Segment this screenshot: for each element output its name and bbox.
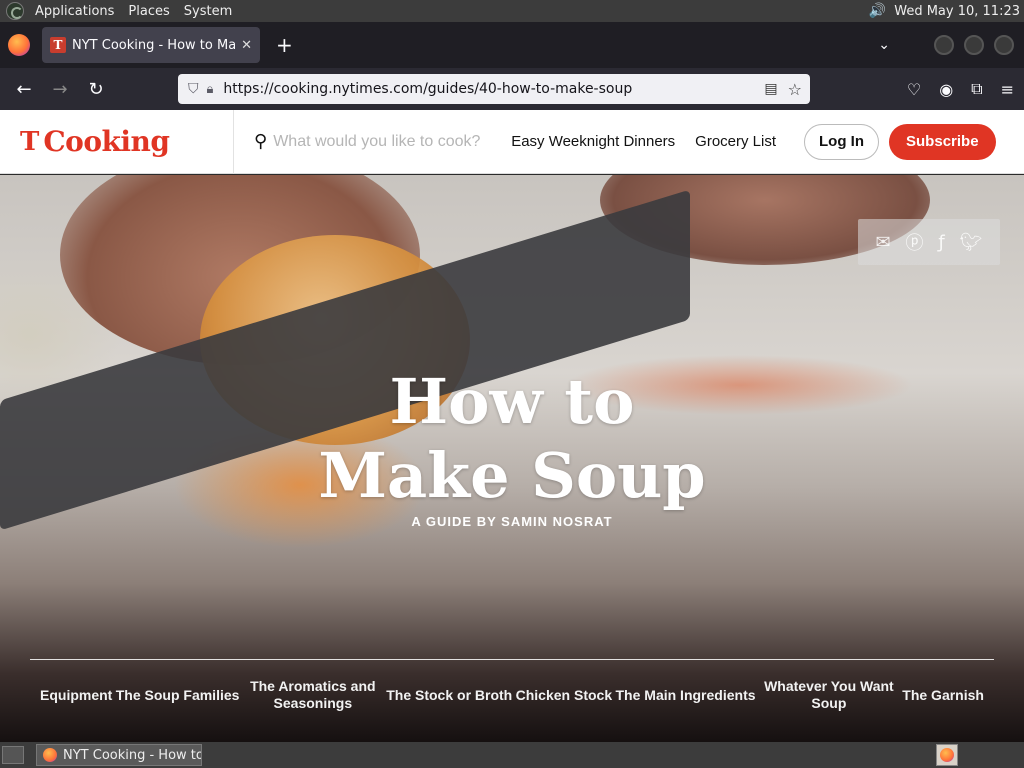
guide-nav-whatever-soup[interactable]: Whatever You Want Soup [759,678,899,712]
menu-system[interactable]: System [177,4,239,19]
firefox-tray-icon [940,748,954,762]
guide-section-nav: Equipment The Soup Families The Aromatic… [30,659,994,712]
tab-strip: T NYT Cooking - How to Make Soup ✕ + ⌄ [0,22,1024,68]
search-icon[interactable]: ⚲ [254,131,267,152]
back-icon[interactable]: ← [6,79,42,100]
url-bar[interactable]: ⛉ 🔒︎ https://cooking.nytimes.com/guides/… [178,74,810,104]
email-icon[interactable]: ✉ [875,232,890,253]
twitter-icon[interactable]: 🐦︎ [960,232,983,253]
guide-nav-soup-families[interactable]: The Soup Families [116,687,240,704]
toolbar-right: ♡ ◉ ⧉ ≡ [907,68,1014,110]
login-button[interactable]: Log In [804,123,880,160]
gnome-foot-icon[interactable] [6,2,24,20]
menu-hamburger-icon[interactable]: ≡ [1001,80,1014,99]
reload-icon[interactable]: ↻ [78,79,114,100]
account-icon[interactable]: ◉ [939,80,953,99]
tracking-shield-icon[interactable]: ⛉ [188,81,199,97]
byline: A GUIDE BY SAMIN NOSRAT [411,514,613,529]
nav-toolbar: ← → ↻ ⛉ 🔒︎ https://cooking.nytimes.com/g… [0,68,1024,110]
lock-icon[interactable]: 🔒︎ [207,82,214,97]
title-line-1: How to [389,365,635,438]
nyt-t-logo-icon: T [20,126,40,157]
facebook-icon[interactable]: ƒ [938,232,944,253]
extensions-icon[interactable]: ⧉ [971,79,982,99]
url-text[interactable]: https://cooking.nytimes.com/guides/40-ho… [223,81,764,97]
volume-icon[interactable]: 🔊 [869,3,886,19]
workspace-switcher[interactable] [936,744,958,766]
taskbar-window-label: NYT Cooking - How to Make Soup [63,747,201,763]
guide-nav-garnish[interactable]: The Garnish [902,687,984,704]
close-tab-icon[interactable]: ✕ [241,38,252,53]
firefox-view-icon[interactable] [8,34,30,56]
guide-nav-stock-or-broth[interactable]: The Stock or Broth [386,687,512,704]
guide-nav-equipment[interactable]: Equipment [40,687,112,704]
tab-title: NYT Cooking - How to Make Soup [72,37,236,53]
forward-icon[interactable]: → [42,79,78,100]
window-controls [934,35,1014,55]
bookmark-star-icon[interactable]: ☆ [788,80,802,99]
new-tab-icon[interactable]: + [276,33,293,57]
bottom-taskbar: NYT Cooking - How to Make Soup [0,742,1024,768]
pocket-icon[interactable]: ♡ [907,80,921,99]
list-tabs-icon[interactable]: ⌄ [878,37,890,53]
guide-nav-chicken-stock[interactable]: Chicken Stock [516,687,612,704]
panel-menus: Applications Places System [28,4,239,19]
maximize-icon[interactable] [964,35,984,55]
title-line-2: Make Soup [318,439,706,512]
panel-right: 🔊 Wed May 10, 11:23 [869,3,1024,19]
page-title: How to Make Soup [0,365,1024,513]
show-desktop-icon[interactable] [2,746,24,764]
menu-applications[interactable]: Applications [28,4,121,19]
guide-nav-main-ingredients[interactable]: The Main Ingredients [616,687,756,704]
firefox-icon [43,748,57,762]
tab-active[interactable]: T NYT Cooking - How to Make Soup ✕ [42,27,260,63]
taskbar-window-button[interactable]: NYT Cooking - How to Make Soup [36,744,202,766]
menu-places[interactable]: Places [121,4,176,19]
minimize-icon[interactable] [934,35,954,55]
subscribe-button[interactable]: Subscribe [889,123,996,160]
search-input[interactable] [273,132,502,151]
guide-nav-aromatics[interactable]: The Aromatics and Seasonings [243,678,383,712]
search-area: ⚲ [254,131,502,152]
site-header: T Cooking ⚲ Easy Weeknight Dinners Groce… [0,109,1024,174]
hero-image: ✉ ⓟ ƒ 🐦︎ How to Make Soup A GUIDE BY SAM… [0,175,1024,742]
pinterest-icon[interactable]: ⓟ [905,229,923,255]
cooking-wordmark: Cooking [43,125,170,158]
share-toolbar: ✉ ⓟ ƒ 🐦︎ [858,219,1000,265]
reader-view-icon[interactable]: ▤ [764,81,777,97]
top-panel: Applications Places System 🔊 Wed May 10,… [0,0,1024,22]
easy-weeknight-dinners-link[interactable]: Easy Weeknight Dinners [511,133,675,150]
clock[interactable]: Wed May 10, 11:23 [894,4,1020,19]
grocery-list-link[interactable]: Grocery List [695,133,776,150]
close-window-icon[interactable] [994,35,1014,55]
nyt-favicon-icon: T [50,37,66,53]
cooking-logo[interactable]: T Cooking [0,109,234,174]
